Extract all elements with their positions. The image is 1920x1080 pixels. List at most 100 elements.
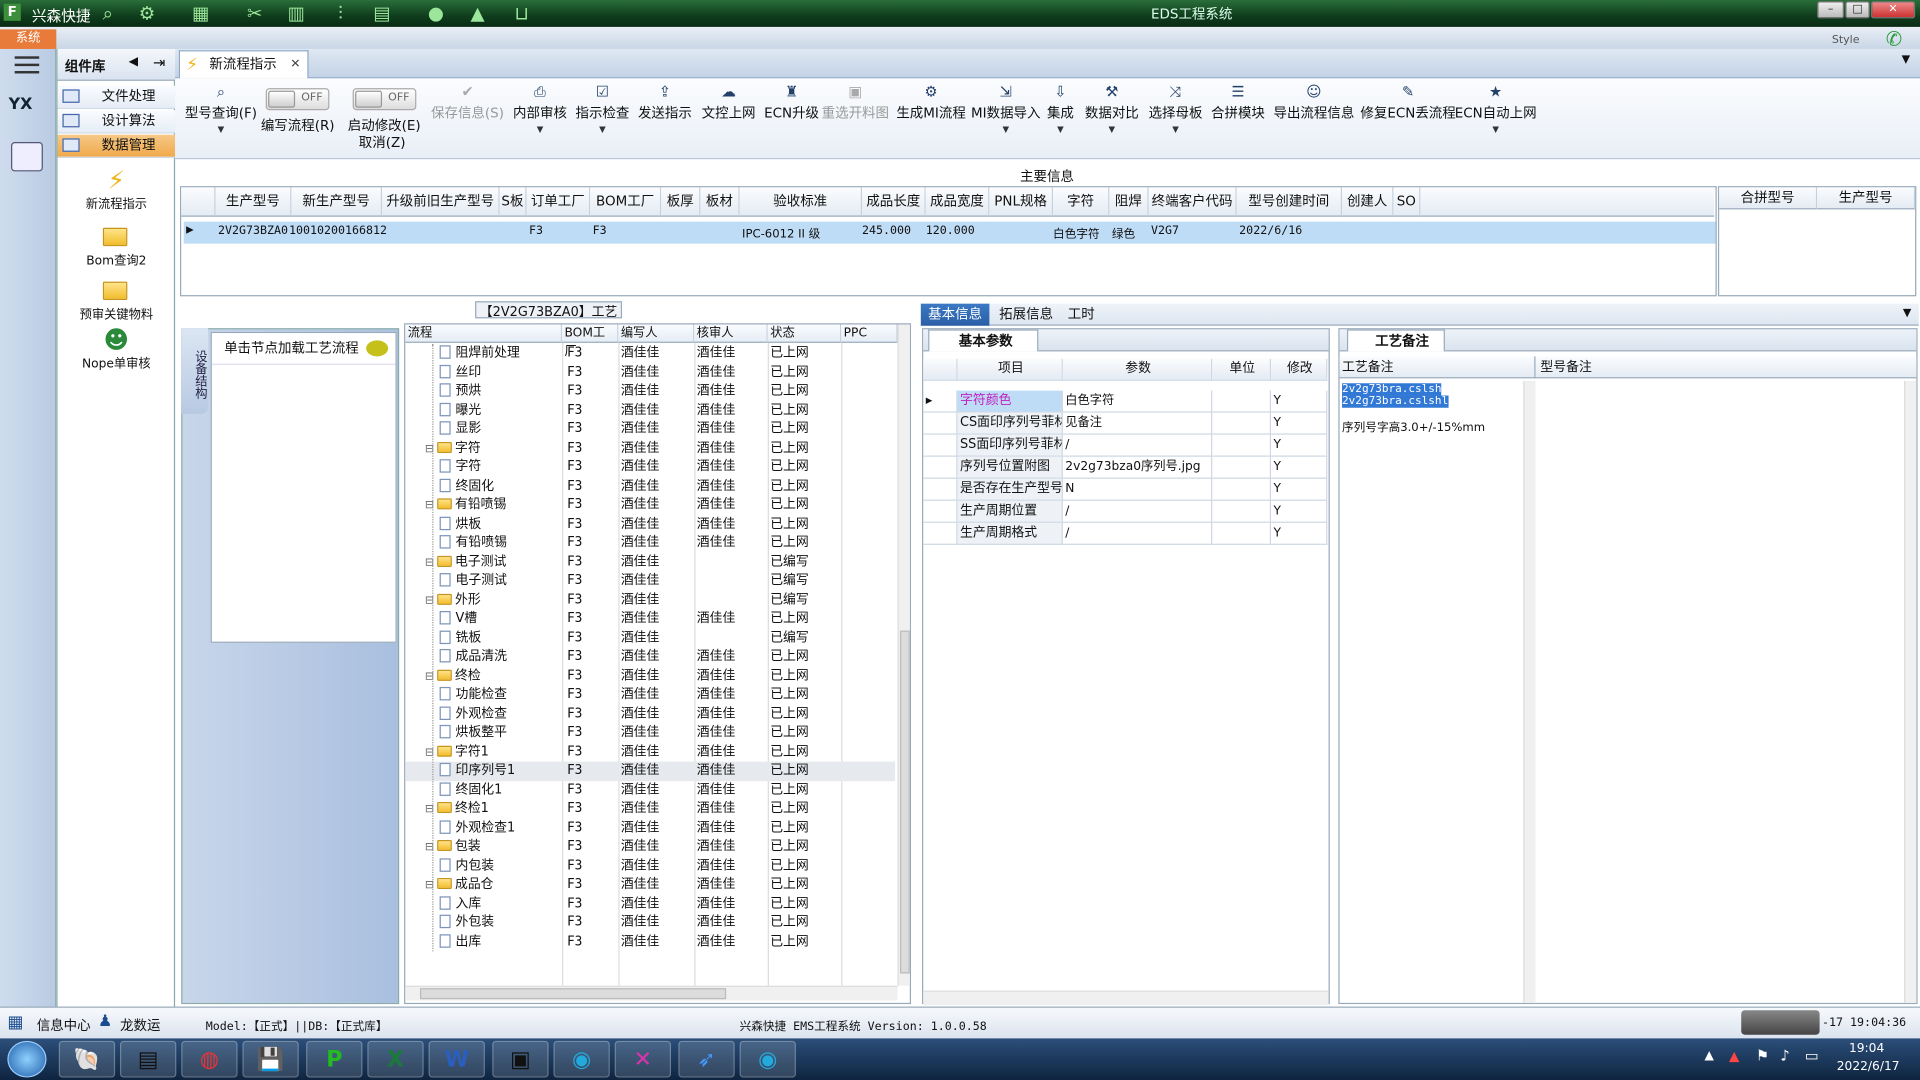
- scissors-icon[interactable]: ✂: [242, 1, 266, 25]
- tray-network-icon[interactable]: ▲: [1729, 1048, 1739, 1064]
- select-mother-board-button[interactable]: ⤨ 选择母板 ▼: [1149, 83, 1203, 134]
- taskbar-app-feather-icon[interactable]: ➶: [678, 1040, 735, 1078]
- col-header[interactable]: BOM工厂: [562, 324, 619, 359]
- tab-extended-info[interactable]: 拓展信息: [992, 304, 1061, 326]
- param-value[interactable]: 白色字符: [1062, 390, 1213, 413]
- bom-query-button[interactable]: Bom查询2: [58, 223, 176, 268]
- params-hscrollbar[interactable]: [923, 990, 1329, 1006]
- param-modify[interactable]: Y: [1271, 456, 1328, 479]
- tab-basic-info[interactable]: 基本信息: [920, 303, 990, 326]
- param-value[interactable]: N: [1062, 478, 1213, 501]
- export-process-button[interactable]: ☺ 导出流程信息: [1273, 83, 1354, 122]
- param-item[interactable]: 生产周期位置: [957, 500, 1063, 523]
- table-row[interactable]: 烘板整平 F3 酒佳佳 酒佳佳 已上网: [405, 724, 895, 743]
- col-header[interactable]: 成品宽度: [925, 187, 990, 217]
- table-row[interactable]: ⊟ 电子测试 F3 酒佳佳 已编写: [405, 553, 895, 572]
- col-header[interactable]: 板厚: [661, 187, 701, 217]
- taskbar-app-shell-icon[interactable]: 🐚: [58, 1040, 116, 1078]
- table-row[interactable]: 内包装 F3 酒佳佳 酒佳佳 已上网: [405, 857, 895, 876]
- internal-review-button[interactable]: ⎙ 内部审核 ▼: [513, 83, 567, 134]
- col-header[interactable]: 型号创建时间: [1236, 187, 1343, 217]
- table-row[interactable]: 功能检查 F3 酒佳佳 酒佳佳 已上网: [405, 686, 895, 705]
- menu-icon[interactable]: [14, 56, 40, 74]
- taskbar-date[interactable]: 2022/6/17: [1837, 1060, 1900, 1073]
- param-item[interactable]: 序列号位置附图: [957, 456, 1063, 479]
- col-header[interactable]: 成品长度: [862, 187, 926, 217]
- taskbar-time[interactable]: 19:04: [1849, 1042, 1884, 1055]
- table-row[interactable]: 终固化1 F3 酒佳佳 酒佳佳 已上网: [405, 781, 895, 800]
- param-modify[interactable]: Y: [1271, 390, 1328, 413]
- col-header[interactable]: 编写人: [618, 324, 695, 343]
- table-row[interactable]: ⊟ 成品仓 F3 酒佳佳 酒佳佳 已上网: [405, 876, 895, 895]
- taskbar-app-excel-icon[interactable]: X: [367, 1040, 424, 1078]
- user-icon[interactable]: ●: [424, 1, 448, 25]
- param-item[interactable]: 字符颜色: [957, 390, 1063, 413]
- param-item[interactable]: SS面印序列号菲林: [957, 434, 1063, 457]
- search-icon[interactable]: ⌕: [96, 1, 120, 25]
- col-header[interactable]: 阻焊: [1109, 187, 1149, 217]
- start-button[interactable]: [7, 1040, 47, 1078]
- send-instruction-button[interactable]: ⇪ 发送指示: [638, 83, 692, 122]
- pin-icon[interactable]: ⇥: [153, 54, 165, 71]
- param-value[interactable]: /: [1062, 522, 1213, 545]
- yx-logo[interactable]: YX: [9, 96, 46, 130]
- gear-icon[interactable]: ⚙: [135, 1, 159, 25]
- tray-display-icon[interactable]: ▭: [1805, 1047, 1819, 1064]
- table-row[interactable]: 有铅喷锡 F3 酒佳佳 酒佳佳 已上网: [405, 534, 895, 553]
- table-row[interactable]: 烘板 F3 酒佳佳 酒佳佳 已上网: [405, 515, 895, 534]
- layout-icon[interactable]: ▥: [284, 1, 308, 25]
- start-modify-toggle[interactable]: OFF: [352, 88, 417, 111]
- param-modify[interactable]: Y: [1271, 434, 1328, 457]
- cancel-button[interactable]: 取消(Z): [359, 132, 406, 152]
- calculator-icon[interactable]: [11, 142, 43, 172]
- grid-icon[interactable]: ▦: [189, 1, 213, 25]
- table-row[interactable]: ⊟ 包装 F3 酒佳佳 酒佳佳 已上网: [405, 838, 895, 857]
- param-unit[interactable]: [1212, 434, 1272, 457]
- chart-icon[interactable]: ⫶: [328, 1, 352, 25]
- col-header[interactable]: 验收标准: [739, 187, 863, 217]
- param-unit[interactable]: [1212, 412, 1272, 435]
- help-widget[interactable]: [1741, 1010, 1820, 1035]
- integrate-button[interactable]: ⇩ 集成 ▼: [1047, 83, 1074, 134]
- table-row[interactable]: 显影 F3 酒佳佳 酒佳佳 已上网: [405, 420, 895, 439]
- table-row[interactable]: V槽 F3 酒佳佳 酒佳佳 已上网: [405, 610, 895, 629]
- param-item[interactable]: 生产周期格式: [957, 522, 1063, 545]
- scroll-thumb[interactable]: [420, 988, 727, 1000]
- dropdown-arrow-icon[interactable]: ▼: [1149, 125, 1203, 135]
- taskbar-app-eds-icon[interactable]: P: [306, 1040, 363, 1078]
- model-scrollbar[interactable]: [1904, 380, 1917, 1003]
- tray-up-icon[interactable]: ▲: [1704, 1049, 1713, 1062]
- param-unit[interactable]: [1212, 390, 1272, 413]
- dropdown-arrow-icon[interactable]: ▼: [1455, 125, 1537, 135]
- data-compare-button[interactable]: ⚒ 数据对比 ▼: [1085, 83, 1139, 134]
- param-modify[interactable]: Y: [1271, 412, 1328, 435]
- fix-ecn-button[interactable]: ✎ 修复ECN丢流程: [1360, 83, 1455, 122]
- col-header[interactable]: 核审人: [694, 324, 768, 343]
- lib-item-file[interactable]: 文件处理: [57, 85, 176, 109]
- col-header[interactable]: 参数: [1062, 358, 1213, 381]
- tab-new-process[interactable]: ⚡ 新流程指示 ✕: [178, 50, 309, 79]
- scroll-thumb[interactable]: [900, 630, 910, 974]
- table-row[interactable]: 外包装 F3 酒佳佳 酒佳佳 已上网: [405, 913, 895, 932]
- table-row[interactable]: ⊟ 字符 F3 酒佳佳 酒佳佳 已上网: [405, 439, 895, 458]
- minimize-button[interactable]: –: [1817, 1, 1845, 19]
- col-header[interactable]: PPC: [841, 324, 898, 343]
- param-modify[interactable]: Y: [1271, 478, 1328, 501]
- col-header[interactable]: PNL规格: [989, 187, 1054, 217]
- instruction-check-button[interactable]: ☑ 指示检查 ▼: [576, 83, 630, 134]
- param-unit[interactable]: [1212, 456, 1272, 479]
- col-header[interactable]: 板材: [700, 187, 740, 217]
- doc-online-button[interactable]: ☁ 文控上网: [702, 83, 756, 122]
- taskbar-app-save-icon[interactable]: 💾: [242, 1040, 299, 1078]
- style-label[interactable]: Style: [1832, 34, 1860, 46]
- table-row[interactable]: 出库 F3 酒佳佳 酒佳佳 已上网: [405, 932, 895, 951]
- table-row[interactable]: ⊟ 字符1 F3 酒佳佳 酒佳佳 已上网: [405, 743, 895, 762]
- dropdown-arrow-icon[interactable]: ▼: [576, 125, 630, 135]
- tray-volume-icon[interactable]: ♪: [1780, 1047, 1789, 1064]
- pre-review-material-button[interactable]: 预审关键物料: [58, 277, 176, 322]
- collapse-left-icon[interactable]: ◀: [129, 55, 138, 68]
- chevron-down-icon[interactable]: ▼: [1903, 307, 1911, 319]
- param-modify[interactable]: Y: [1271, 522, 1328, 545]
- param-unit[interactable]: [1212, 478, 1272, 501]
- param-item[interactable]: 是否存在生产型号: [957, 478, 1063, 501]
